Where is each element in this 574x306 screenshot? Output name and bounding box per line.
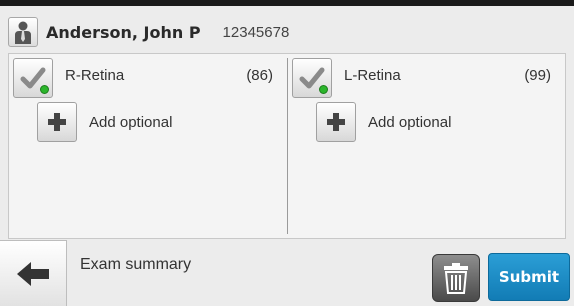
l-retina-add-optional-button[interactable]: [316, 102, 356, 142]
arrow-left-icon: [17, 261, 49, 286]
r-retina-column: R-Retina (86) Add optional: [9, 54, 287, 238]
l-retina-check-button[interactable]: [292, 58, 332, 98]
l-retina-add-optional-label: Add optional: [368, 114, 452, 131]
r-retina-check-button[interactable]: [13, 58, 53, 98]
trash-icon: [444, 263, 468, 294]
status-dot-icon: [319, 85, 328, 94]
r-retina-add-optional-label: Add optional: [89, 114, 173, 131]
submit-button[interactable]: Submit: [488, 253, 570, 301]
status-dot-icon: [40, 85, 49, 94]
patient-name: Anderson, John P: [46, 22, 201, 42]
back-button[interactable]: [0, 240, 67, 306]
patient-button[interactable]: [8, 17, 38, 47]
delete-button[interactable]: [432, 254, 480, 302]
plus-icon: [48, 113, 66, 131]
r-retina-count: (86): [246, 67, 273, 84]
patient-id: 12345678: [222, 23, 290, 41]
exam-panel: R-Retina (86) Add optional L-Retina (99)…: [8, 53, 566, 239]
patient-header: Anderson, John P 12345678: [8, 14, 566, 50]
l-retina-label: L-Retina: [344, 67, 401, 84]
top-bar: [0, 0, 574, 6]
l-retina-count: (99): [524, 67, 551, 84]
plus-icon: [327, 113, 345, 131]
l-retina-column: L-Retina (99) Add optional: [288, 54, 565, 238]
person-icon: [15, 21, 31, 44]
r-retina-add-optional-button[interactable]: [37, 102, 77, 142]
footer-bar: Exam summary Submit: [0, 240, 574, 306]
r-retina-label: R-Retina: [65, 67, 125, 84]
exam-summary-title: Exam summary: [80, 256, 192, 273]
